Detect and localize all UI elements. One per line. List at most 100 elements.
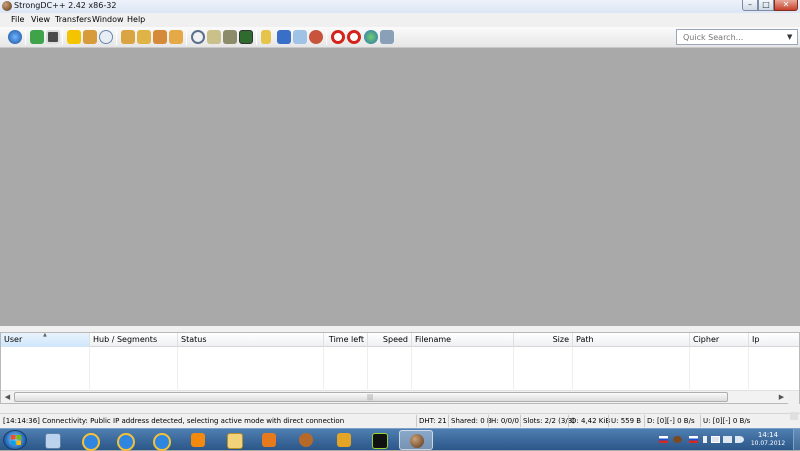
internet-explorer-icon-3: [153, 433, 171, 451]
toolbar-separator: [256, 30, 257, 45]
column-divider: [367, 347, 368, 389]
maximize-button[interactable]: □: [758, 0, 774, 11]
away-icon[interactable]: [364, 30, 378, 44]
strongdc-app-icon[interactable]: [2, 1, 12, 11]
windows-explorer-icon: [45, 433, 61, 449]
column-hub-segments[interactable]: Hub / Segments: [90, 333, 178, 347]
close-button[interactable]: ✕: [774, 0, 798, 11]
waiting-users-icon[interactable]: [153, 30, 167, 44]
status-uploaded: U: 559 B: [608, 415, 644, 427]
menu-transfers[interactable]: Transfers: [55, 15, 91, 24]
taskbar-internet-explorer-2[interactable]: [110, 430, 138, 451]
paint-tool-icon: [337, 433, 351, 447]
taskbar-media-player[interactable]: [255, 430, 283, 450]
favorite-hubs-icon[interactable]: [67, 30, 81, 44]
scroll-left-icon[interactable]: ◀: [2, 392, 13, 403]
about-icon[interactable]: [380, 30, 394, 44]
open-filelist-icon[interactable]: [261, 30, 271, 44]
status-slots: Slots: 2/2 (3/3): [520, 415, 575, 427]
status-download-speed: D: [0][-] 0 B/s: [644, 415, 700, 427]
search-spy-icon[interactable]: [223, 30, 237, 44]
notepad-icon[interactable]: [293, 30, 307, 44]
menu-help[interactable]: Help: [127, 15, 145, 24]
clock-time[interactable]: 14:14: [748, 431, 788, 439]
network-stats-icon[interactable]: [239, 30, 253, 44]
quick-search-input[interactable]: [677, 30, 791, 44]
favorite-users-icon[interactable]: [83, 30, 97, 44]
strongdc-icon: [410, 434, 424, 448]
column-filename[interactable]: Filename: [412, 333, 514, 347]
volume-icon[interactable]: [735, 436, 744, 443]
minimize-button[interactable]: –: [742, 0, 758, 11]
language-flag-icon[interactable]: [659, 436, 668, 443]
taskbar-folder[interactable]: [220, 430, 248, 450]
menu-view[interactable]: View: [31, 15, 50, 24]
column-divider: [411, 347, 412, 389]
resize-grip-icon[interactable]: [790, 412, 798, 420]
column-size[interactable]: Size: [514, 333, 573, 347]
column-status[interactable]: Status: [178, 333, 324, 347]
taskbar-game-launcher[interactable]: [365, 430, 393, 450]
odnoklassniki-icon: [191, 433, 205, 447]
menu-window[interactable]: Window: [92, 15, 124, 24]
column-ip[interactable]: Ip: [749, 333, 799, 347]
column-cipher[interactable]: Cipher: [690, 333, 749, 347]
scroll-grip-icon: |||: [367, 394, 374, 401]
game-launcher-icon: [372, 433, 388, 449]
status-bar: [14:14:36] Connectivity: Public IP addre…: [0, 404, 800, 428]
title-bar[interactable]: StrongDC++ 2.42 x86-32 – □ ✕: [0, 0, 800, 13]
clock-date[interactable]: 10.07.2012: [744, 440, 792, 447]
refresh-share-icon[interactable]: [309, 30, 323, 44]
quick-search-box[interactable]: ▼: [676, 29, 798, 45]
status-hubs: H: 0/0/0: [488, 415, 520, 427]
column-path[interactable]: Path: [573, 333, 690, 347]
menu-bar: File View Transfers Window Help: [0, 13, 800, 27]
adl-search-icon[interactable]: [207, 30, 221, 44]
menu-file[interactable]: File: [11, 15, 24, 24]
toolbar-separator: [62, 30, 63, 45]
toolbar-separator: [326, 30, 327, 45]
connect-icon[interactable]: [8, 30, 22, 44]
show-desktop-button[interactable]: [793, 429, 800, 451]
column-divider: [513, 347, 514, 389]
queue-icon[interactable]: [121, 30, 135, 44]
status-message: [14:14:36] Connectivity: Public IP addre…: [3, 417, 345, 425]
transfers-header: User ▲ Hub / Segments Status Time left S…: [1, 332, 799, 347]
internet-explorer-icon-2: [117, 433, 135, 451]
strongdc-tray-icon[interactable]: [673, 436, 682, 443]
column-time-left[interactable]: Time left: [324, 333, 368, 347]
scroll-right-icon[interactable]: ▶: [776, 392, 787, 403]
finished-uploads-icon[interactable]: [169, 30, 183, 44]
column-speed[interactable]: Speed: [368, 333, 412, 347]
show-hidden-icons-icon[interactable]: [703, 436, 707, 443]
mdi-workspace: [0, 48, 800, 326]
keyboard-layout-icon[interactable]: [689, 436, 698, 443]
taskbar-internet-explorer[interactable]: [75, 430, 103, 451]
transfers-list[interactable]: User ▲ Hub / Segments Status Time left S…: [0, 332, 800, 404]
follow-redirect-icon[interactable]: [46, 30, 60, 44]
limit-upload-icon[interactable]: [331, 30, 345, 44]
toolbar-separator: [186, 30, 187, 45]
settings-icon[interactable]: [277, 30, 291, 44]
action-center-flag-icon[interactable]: [711, 436, 720, 443]
windows-logo-icon: [11, 435, 21, 445]
limit-download-icon[interactable]: [347, 30, 361, 44]
window-title: StrongDC++ 2.42 x86-32: [14, 1, 117, 10]
taskbar-odnoklassniki[interactable]: [184, 430, 212, 450]
taskbar-aimp[interactable]: [292, 430, 320, 450]
search-icon[interactable]: [191, 30, 205, 44]
scrollbar-thumb[interactable]: |||: [14, 392, 728, 402]
internet-explorer-icon: [82, 433, 100, 451]
chevron-down-icon[interactable]: ▼: [787, 33, 792, 41]
status-downloaded: D: 4,42 KiB: [568, 415, 610, 427]
taskbar-strongdc[interactable]: [399, 430, 433, 450]
start-button[interactable]: [3, 430, 27, 450]
taskbar-internet-explorer-3[interactable]: [146, 430, 174, 451]
taskbar-paint-tool[interactable]: [330, 430, 358, 450]
network-icon[interactable]: [723, 436, 732, 443]
finished-downloads-icon[interactable]: [137, 30, 151, 44]
horizontal-scrollbar[interactable]: ◀ ||| ▶: [1, 390, 799, 404]
reconnect-icon[interactable]: [30, 30, 44, 44]
recent-hubs-icon[interactable]: [99, 30, 113, 44]
taskbar-windows-explorer[interactable]: [38, 430, 66, 450]
